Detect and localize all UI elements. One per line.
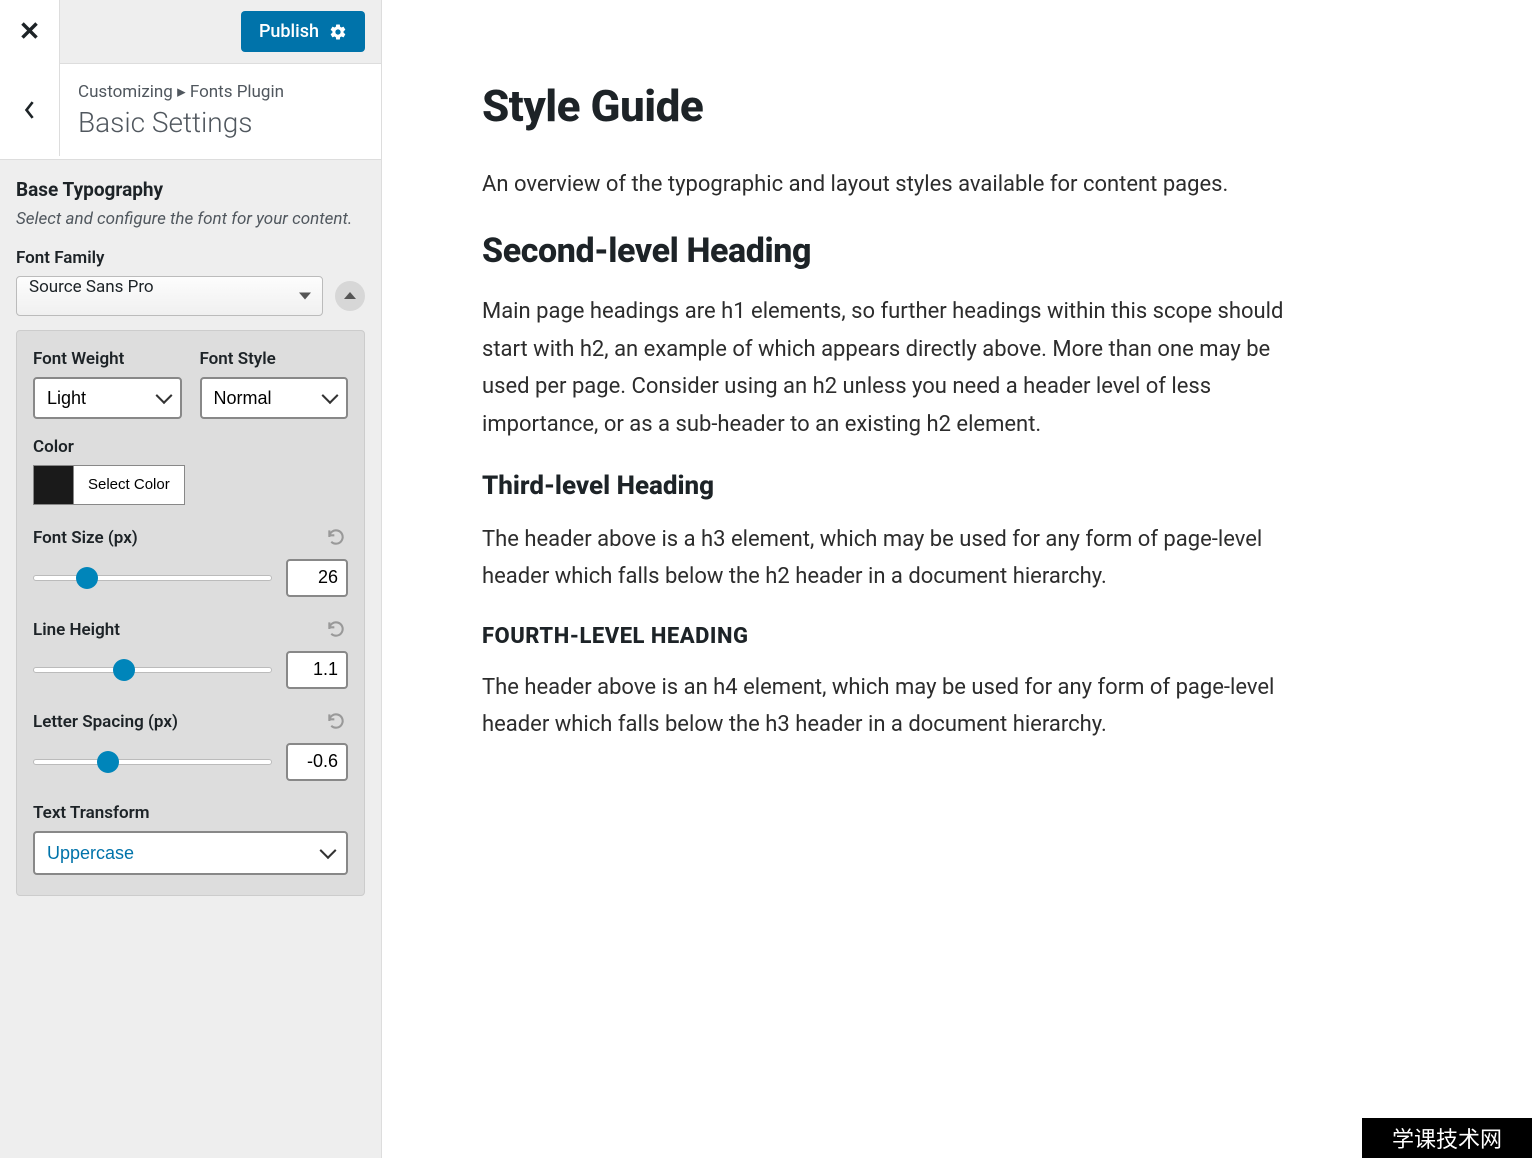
publish-button[interactable]: Publish [241, 11, 365, 52]
top-bar: ✕ Publish [0, 0, 381, 64]
font-size-input[interactable] [286, 559, 348, 597]
section-title: Base Typography [16, 178, 365, 201]
breadcrumb: Customizing ▸ Fonts Plugin Basic Setting… [0, 64, 381, 160]
advanced-options: Font Weight Light Font Style Normal [16, 330, 365, 896]
preview-p1: An overview of the typographic and layou… [482, 166, 1322, 203]
preview-pane: Style Guide An overview of the typograph… [382, 0, 1382, 1158]
font-family-label: Font Family [16, 248, 365, 268]
reset-icon [326, 527, 346, 547]
preview-h1: Style Guide [482, 80, 1322, 132]
font-size-label: Font Size (px) [33, 528, 138, 548]
line-height-input[interactable] [286, 651, 348, 689]
close-button[interactable]: ✕ [0, 0, 60, 64]
font-size-slider[interactable] [33, 575, 272, 581]
color-swatch[interactable] [33, 465, 73, 505]
font-family-select[interactable]: Source Sans Pro [16, 276, 323, 316]
line-height-label: Line Height [33, 620, 120, 640]
font-style-select[interactable]: Normal [200, 377, 349, 419]
letter-spacing-label: Letter Spacing (px) [33, 712, 178, 732]
close-icon: ✕ [19, 17, 41, 47]
text-transform-select[interactable]: Uppercase [33, 831, 348, 875]
customizer-sidebar: ✕ Publish Customizing ▸ Fonts Plugin Bas… [0, 0, 382, 1158]
reset-font-size-button[interactable] [326, 527, 348, 549]
watermark: 学课技术网 [1362, 1118, 1532, 1158]
reset-icon [326, 711, 346, 731]
preview-h2: Second-level Heading [482, 231, 1322, 271]
advanced-toggle[interactable] [335, 281, 365, 311]
preview-h4: FOURTH-LEVEL HEADING [482, 624, 1322, 649]
breadcrumb-path: Customizing ▸ Fonts Plugin [78, 82, 284, 102]
gear-icon [329, 23, 347, 41]
preview-p4: The header above is an h4 element, which… [482, 669, 1322, 744]
panel-title: Basic Settings [78, 106, 284, 139]
font-style-label: Font Style [200, 349, 349, 369]
publish-label: Publish [259, 21, 319, 42]
font-weight-label: Font Weight [33, 349, 182, 369]
letter-spacing-input[interactable] [286, 743, 348, 781]
reset-icon [326, 619, 346, 639]
back-button[interactable] [0, 64, 60, 156]
reset-line-height-button[interactable] [326, 619, 348, 641]
text-transform-label: Text Transform [33, 803, 348, 823]
preview-p2: Main page headings are h1 elements, so f… [482, 293, 1322, 443]
font-weight-select[interactable]: Light [33, 377, 182, 419]
color-label: Color [33, 437, 348, 457]
section-description: Select and configure the font for your c… [16, 207, 365, 232]
chevron-left-icon [23, 99, 37, 121]
reset-letter-spacing-button[interactable] [326, 711, 348, 733]
panel-body: Base Typography Select and configure the… [0, 160, 381, 1158]
select-color-button[interactable]: Select Color [73, 465, 185, 505]
letter-spacing-slider[interactable] [33, 759, 272, 765]
preview-p3: The header above is a h3 element, which … [482, 521, 1322, 596]
line-height-slider[interactable] [33, 667, 272, 673]
preview-h3: Third-level Heading [482, 471, 1322, 501]
